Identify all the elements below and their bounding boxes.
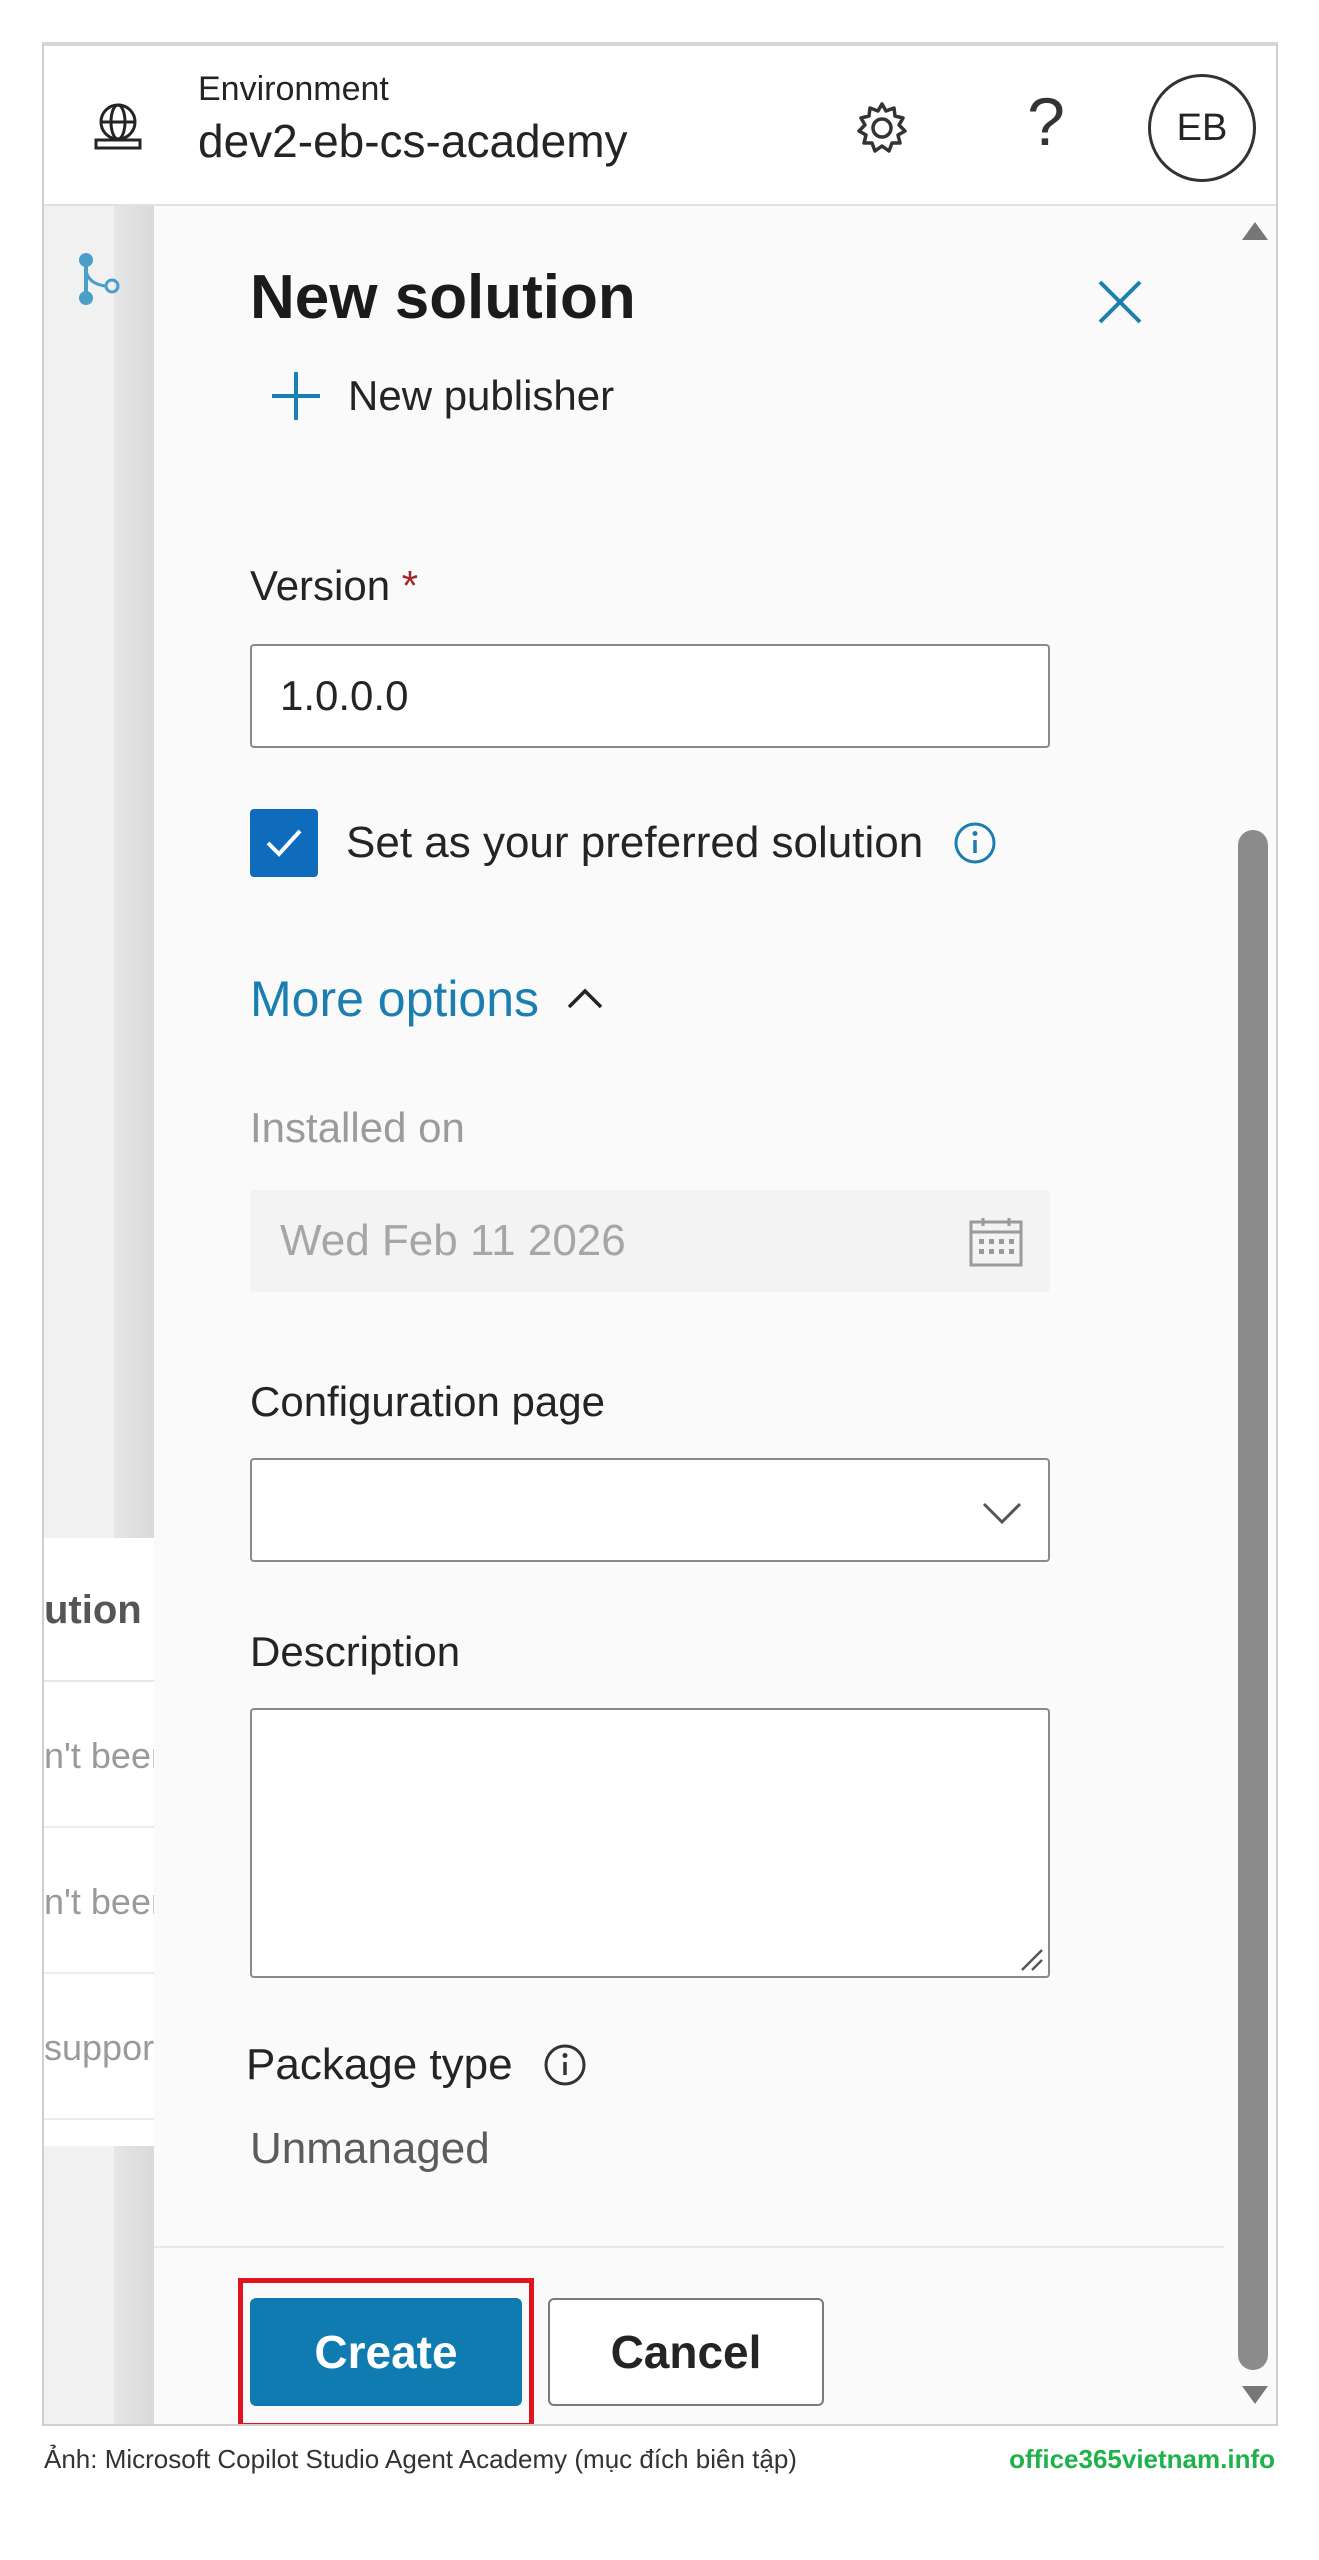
branch-icon[interactable]: [74, 250, 124, 310]
description-textarea[interactable]: [250, 1708, 1050, 1978]
info-icon[interactable]: [953, 821, 997, 865]
chevron-down-icon: [982, 1502, 1022, 1525]
panel-title: New solution: [250, 263, 636, 332]
new-publisher-label: New publisher: [348, 372, 615, 419]
package-type-label-text: Package type: [246, 2040, 513, 2089]
info-icon[interactable]: [543, 2043, 587, 2087]
more-options-toggle[interactable]: More options: [250, 970, 607, 1028]
globe-icon[interactable]: [90, 98, 146, 154]
top-header: Environment dev2-eb-cs-academy ? EB: [44, 46, 1276, 206]
panel-footer-divider: [154, 2246, 1224, 2248]
help-icon[interactable]: ?: [1016, 82, 1076, 162]
app-frame: Environment dev2-eb-cs-academy ? EB utio…: [42, 42, 1278, 2426]
cancel-button[interactable]: Cancel: [548, 2298, 824, 2406]
package-type-value: Unmanaged: [250, 2124, 490, 2173]
more-options-label: More options: [250, 971, 540, 1027]
table-row: n't been: [44, 1830, 154, 1974]
plus-icon: [272, 372, 320, 420]
close-icon[interactable]: [1094, 276, 1146, 328]
source-watermark: office365vietnam.info: [1009, 2444, 1275, 2474]
new-publisher-button[interactable]: New publisher: [268, 366, 614, 426]
description-label: Description: [250, 1628, 461, 1675]
left-navigation-strip: ution n't been n't been suppor: [44, 206, 154, 2424]
background-table-header: ution: [44, 1538, 154, 1682]
version-input[interactable]: 1.0.0.0: [250, 644, 1050, 748]
installed-on-value: Wed Feb 11 2026: [280, 1216, 626, 1265]
preferred-solution-row: Set as your preferred solution: [250, 808, 997, 878]
installed-on-field: Wed Feb 11 2026: [250, 1190, 1050, 1292]
package-type-label: Package type: [246, 2040, 587, 2090]
configuration-page-dropdown[interactable]: [250, 1458, 1050, 1562]
chevron-up-icon: [567, 988, 603, 1009]
version-label-text: Version: [250, 562, 391, 609]
scroll-down-arrow-icon[interactable]: [1242, 2386, 1268, 2404]
scrollbar-thumb[interactable]: [1238, 830, 1268, 2370]
calendar-icon: [969, 1218, 1023, 1267]
background-table: ution n't been n't been suppor: [44, 1538, 154, 2146]
scroll-up-arrow-icon[interactable]: [1242, 222, 1268, 240]
table-row: suppor: [44, 1976, 154, 2120]
image-caption: Ảnh: Microsoft Copilot Studio Agent Acad…: [44, 2444, 797, 2474]
table-row: n't been: [44, 1684, 154, 1828]
create-button[interactable]: Create: [250, 2298, 522, 2406]
preferred-solution-label: Set as your preferred solution: [346, 818, 924, 867]
gear-icon[interactable]: [852, 98, 912, 158]
environment-label: Environment: [198, 70, 389, 108]
checkmark-icon: [266, 829, 302, 857]
installed-on-label: Installed on: [250, 1104, 465, 1151]
required-mark: *: [401, 562, 419, 609]
configuration-page-label: Configuration page: [250, 1378, 605, 1425]
environment-name[interactable]: dev2-eb-cs-academy: [198, 114, 628, 168]
new-solution-panel: New solution New publisher Version * 1.0…: [154, 206, 1224, 2424]
preferred-solution-checkbox[interactable]: [250, 809, 318, 877]
avatar[interactable]: EB: [1148, 74, 1256, 182]
version-label: Version *: [250, 562, 418, 610]
resize-grip-icon[interactable]: [1018, 1946, 1044, 1972]
